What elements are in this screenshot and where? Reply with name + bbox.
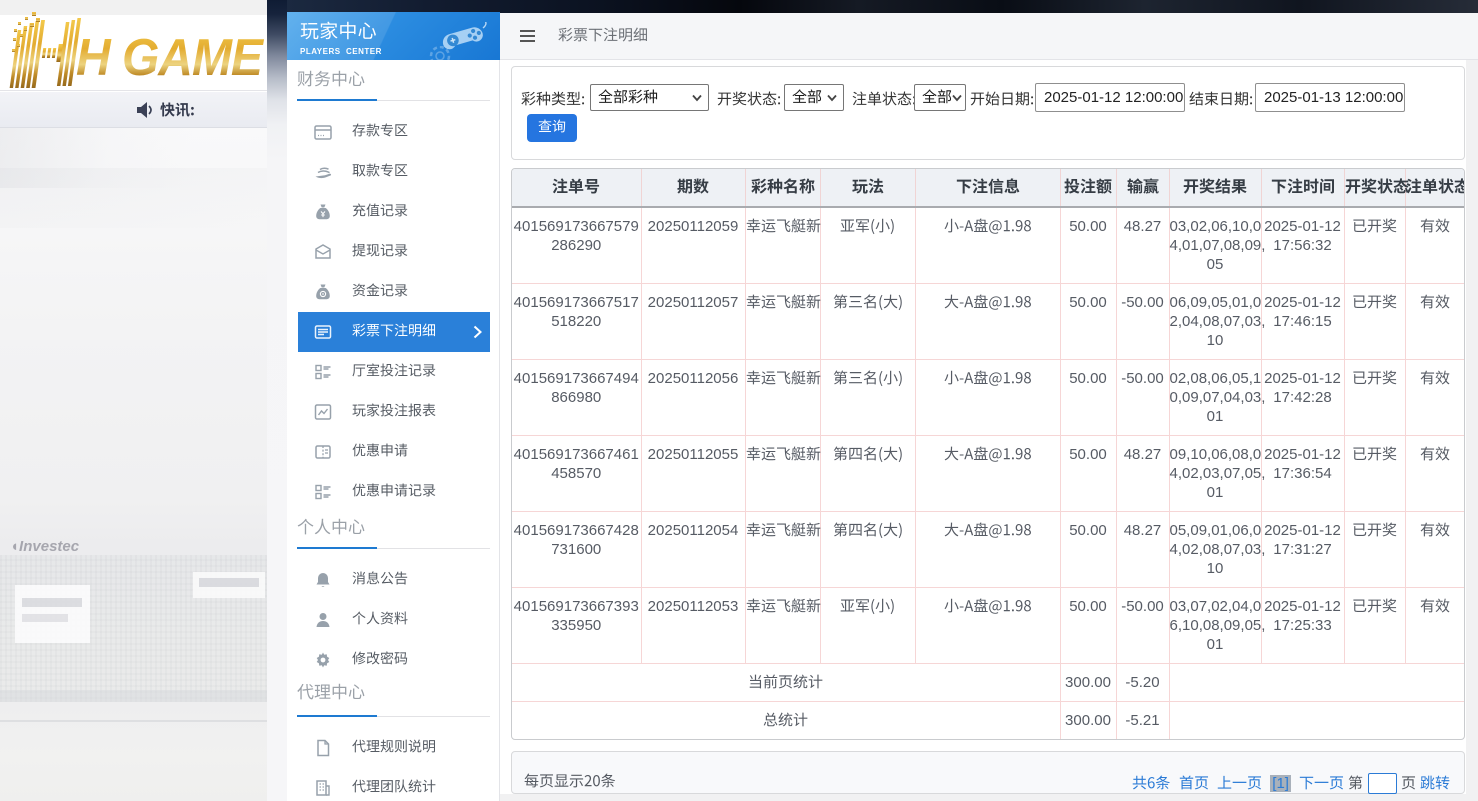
svg-text:H GAME: H GAME (76, 28, 265, 86)
